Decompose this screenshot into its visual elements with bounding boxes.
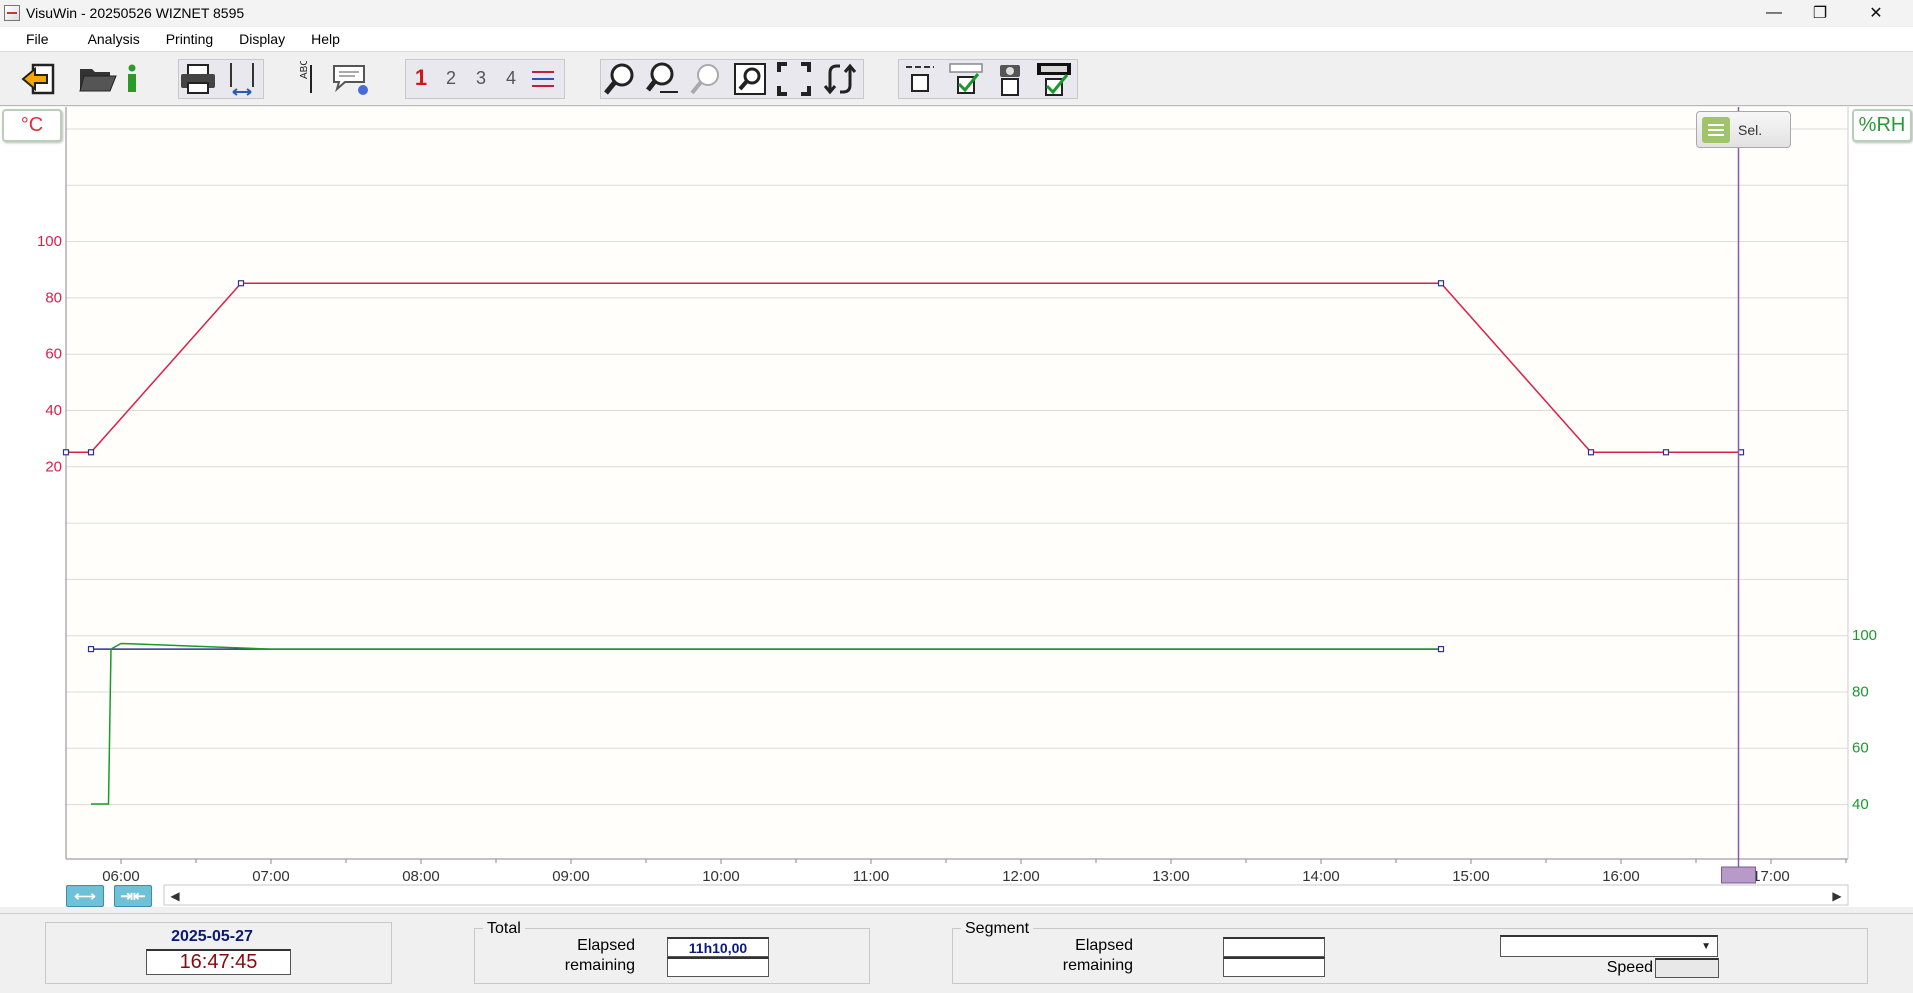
- temperature-point: [237, 280, 245, 287]
- zoom-window-icon[interactable]: [730, 59, 770, 99]
- temperature-unit-badge[interactable]: °C: [2, 109, 62, 142]
- fit-all-icon[interactable]: [774, 59, 814, 99]
- zoom-previous-icon[interactable]: [686, 59, 726, 99]
- checkbox-options-icon[interactable]: [900, 59, 940, 99]
- speed-value: [1655, 958, 1719, 978]
- datetime-group: 2025-05-27 16:47:45: [45, 922, 392, 984]
- x-axis-tick-label: 09:00: [552, 868, 590, 885]
- time-cursor-handle: [1721, 866, 1756, 884]
- select-label: Sel.: [1738, 121, 1763, 138]
- window-title: VisuWin - 20250526 WIZNET 8595: [26, 5, 245, 21]
- refresh-icon[interactable]: [820, 59, 860, 99]
- right-axis-tick-label: 40: [1852, 796, 1869, 813]
- x-axis-tick-label: 14:00: [1302, 868, 1340, 885]
- temperature-point: [1662, 449, 1670, 456]
- segment-remaining-value: [1223, 957, 1325, 977]
- zoom-icon[interactable]: [600, 59, 640, 99]
- zoom-horizontal-icon[interactable]: [642, 59, 682, 99]
- title-bar: VisuWin - 20250526 WIZNET 8595 — ❐ ✕: [0, 0, 1913, 26]
- channel-4-button[interactable]: 4: [498, 63, 524, 93]
- menu-file[interactable]: File: [0, 31, 75, 47]
- time-display: 16:47:45: [146, 949, 291, 975]
- channel-list-icon[interactable]: [526, 59, 560, 99]
- svg-text:ABC: ABC: [299, 61, 310, 79]
- close-button[interactable]: ✕: [1853, 0, 1899, 26]
- segment-remaining-label: remaining: [1062, 957, 1133, 974]
- expand-horizontal-button[interactable]: ⟷: [66, 885, 104, 907]
- x-axis-tick-label: 06:00: [102, 868, 140, 885]
- x-axis-tick-label: 15:00: [1452, 868, 1490, 885]
- humidity-unit-badge[interactable]: %RH: [1852, 109, 1912, 142]
- x-axis-tick-label: 12:00: [1002, 868, 1040, 885]
- open-folder-icon[interactable]: [78, 59, 118, 99]
- maximize-button[interactable]: ❐: [1797, 0, 1843, 26]
- segment-legend: Segment: [961, 920, 1034, 938]
- total-remaining-value: [667, 957, 769, 977]
- segment-elapsed-label: Elapsed: [1075, 937, 1133, 954]
- text-label-icon[interactable]: ABC: [284, 59, 324, 99]
- display-check-icon[interactable]: [946, 59, 986, 99]
- cursor-icon[interactable]: [222, 59, 262, 99]
- total-elapsed-value: 11h10,00: [667, 937, 769, 957]
- date-display: 2025-05-27: [171, 928, 253, 945]
- chart-area[interactable]: 100 80 60 40 20 100 80 60 40 06:00 07:00 08:00 09:00…: [0, 107, 1913, 907]
- humidity-point: [1437, 645, 1445, 653]
- x-axis-tick-label: 11:00: [853, 868, 889, 885]
- x-axis-tick-label: 07:00: [252, 868, 290, 885]
- compress-horizontal-button[interactable]: ⇥⇤: [114, 885, 152, 907]
- camera-icon[interactable]: [990, 59, 1030, 99]
- x-axis-tick-label: 13:00: [1152, 868, 1190, 885]
- left-axis-tick-label: 40: [45, 402, 62, 419]
- chart-canvas[interactable]: 100 80 60 40 20 100 80 60 40 06:00 07:00 08:00 09:00…: [0, 107, 1913, 907]
- x-axis-tick-label: 17:00: [1752, 868, 1790, 885]
- right-axis-tick-label: 100: [1852, 627, 1877, 644]
- segment-dropdown[interactable]: ▼: [1500, 935, 1718, 957]
- x-axis-tick-label: 16:00: [1602, 868, 1640, 885]
- comment-icon[interactable]: [330, 59, 370, 99]
- x-axis-tick-label: 08:00: [402, 868, 440, 885]
- scroll-right-arrow: ▶: [1832, 889, 1842, 903]
- chevron-down-icon: ▼: [1701, 941, 1711, 952]
- menu-analysis[interactable]: Analysis: [75, 31, 153, 47]
- right-axis-tick-label: 60: [1852, 740, 1869, 757]
- left-axis-tick-label: 100: [37, 233, 62, 250]
- temperature-point: [1587, 449, 1595, 456]
- left-axis-tick-label: 60: [45, 346, 62, 363]
- channel-3-button[interactable]: 3: [468, 63, 494, 93]
- total-remaining-label: remaining: [564, 957, 635, 974]
- speed-label: Speed: [1606, 959, 1653, 976]
- app-icon: [4, 5, 20, 21]
- list-icon: [1702, 116, 1730, 143]
- minimize-button[interactable]: —: [1751, 0, 1797, 26]
- print-icon[interactable]: [178, 59, 218, 99]
- info-icon[interactable]: [122, 59, 142, 99]
- plot-background: [66, 107, 1848, 859]
- horizontal-scrollbar: [163, 884, 1849, 906]
- menu-help[interactable]: Help: [298, 31, 353, 47]
- channel-1-button[interactable]: 1: [408, 63, 434, 93]
- display-icon[interactable]: [1034, 59, 1074, 99]
- segment-group: Segment Elapsed remaining ▼ Speed: [952, 920, 1868, 984]
- right-axis-tick-label: 80: [1852, 683, 1869, 700]
- select-button[interactable]: Sel.: [1696, 111, 1791, 148]
- temperature-point: [87, 449, 95, 456]
- exit-icon[interactable]: [18, 59, 58, 99]
- left-axis-tick-label: 80: [45, 289, 62, 306]
- segment-elapsed-value: [1223, 937, 1325, 957]
- x-axis-tick-label: 10:00: [702, 868, 740, 885]
- menu-printing[interactable]: Printing: [153, 31, 226, 47]
- status-panel: 2025-05-27 16:47:45 Total Elapsed remain…: [0, 913, 1913, 993]
- menu-bar: File Analysis Printing Display Help: [0, 27, 1913, 52]
- total-legend: Total: [483, 920, 525, 938]
- menu-display[interactable]: Display: [226, 31, 298, 47]
- temperature-point: [1437, 280, 1445, 287]
- toolbar: ABC 1 2 3 4: [0, 53, 1913, 106]
- total-elapsed-label: Elapsed: [577, 937, 635, 954]
- channel-2-button[interactable]: 2: [438, 63, 464, 93]
- scroll-left-arrow: ◀: [170, 889, 180, 903]
- humidity-point: [87, 645, 95, 653]
- temperature-point: [62, 449, 70, 456]
- total-group: Total Elapsed remaining 11h10,00: [474, 920, 870, 984]
- left-axis-tick-label: 20: [45, 458, 62, 475]
